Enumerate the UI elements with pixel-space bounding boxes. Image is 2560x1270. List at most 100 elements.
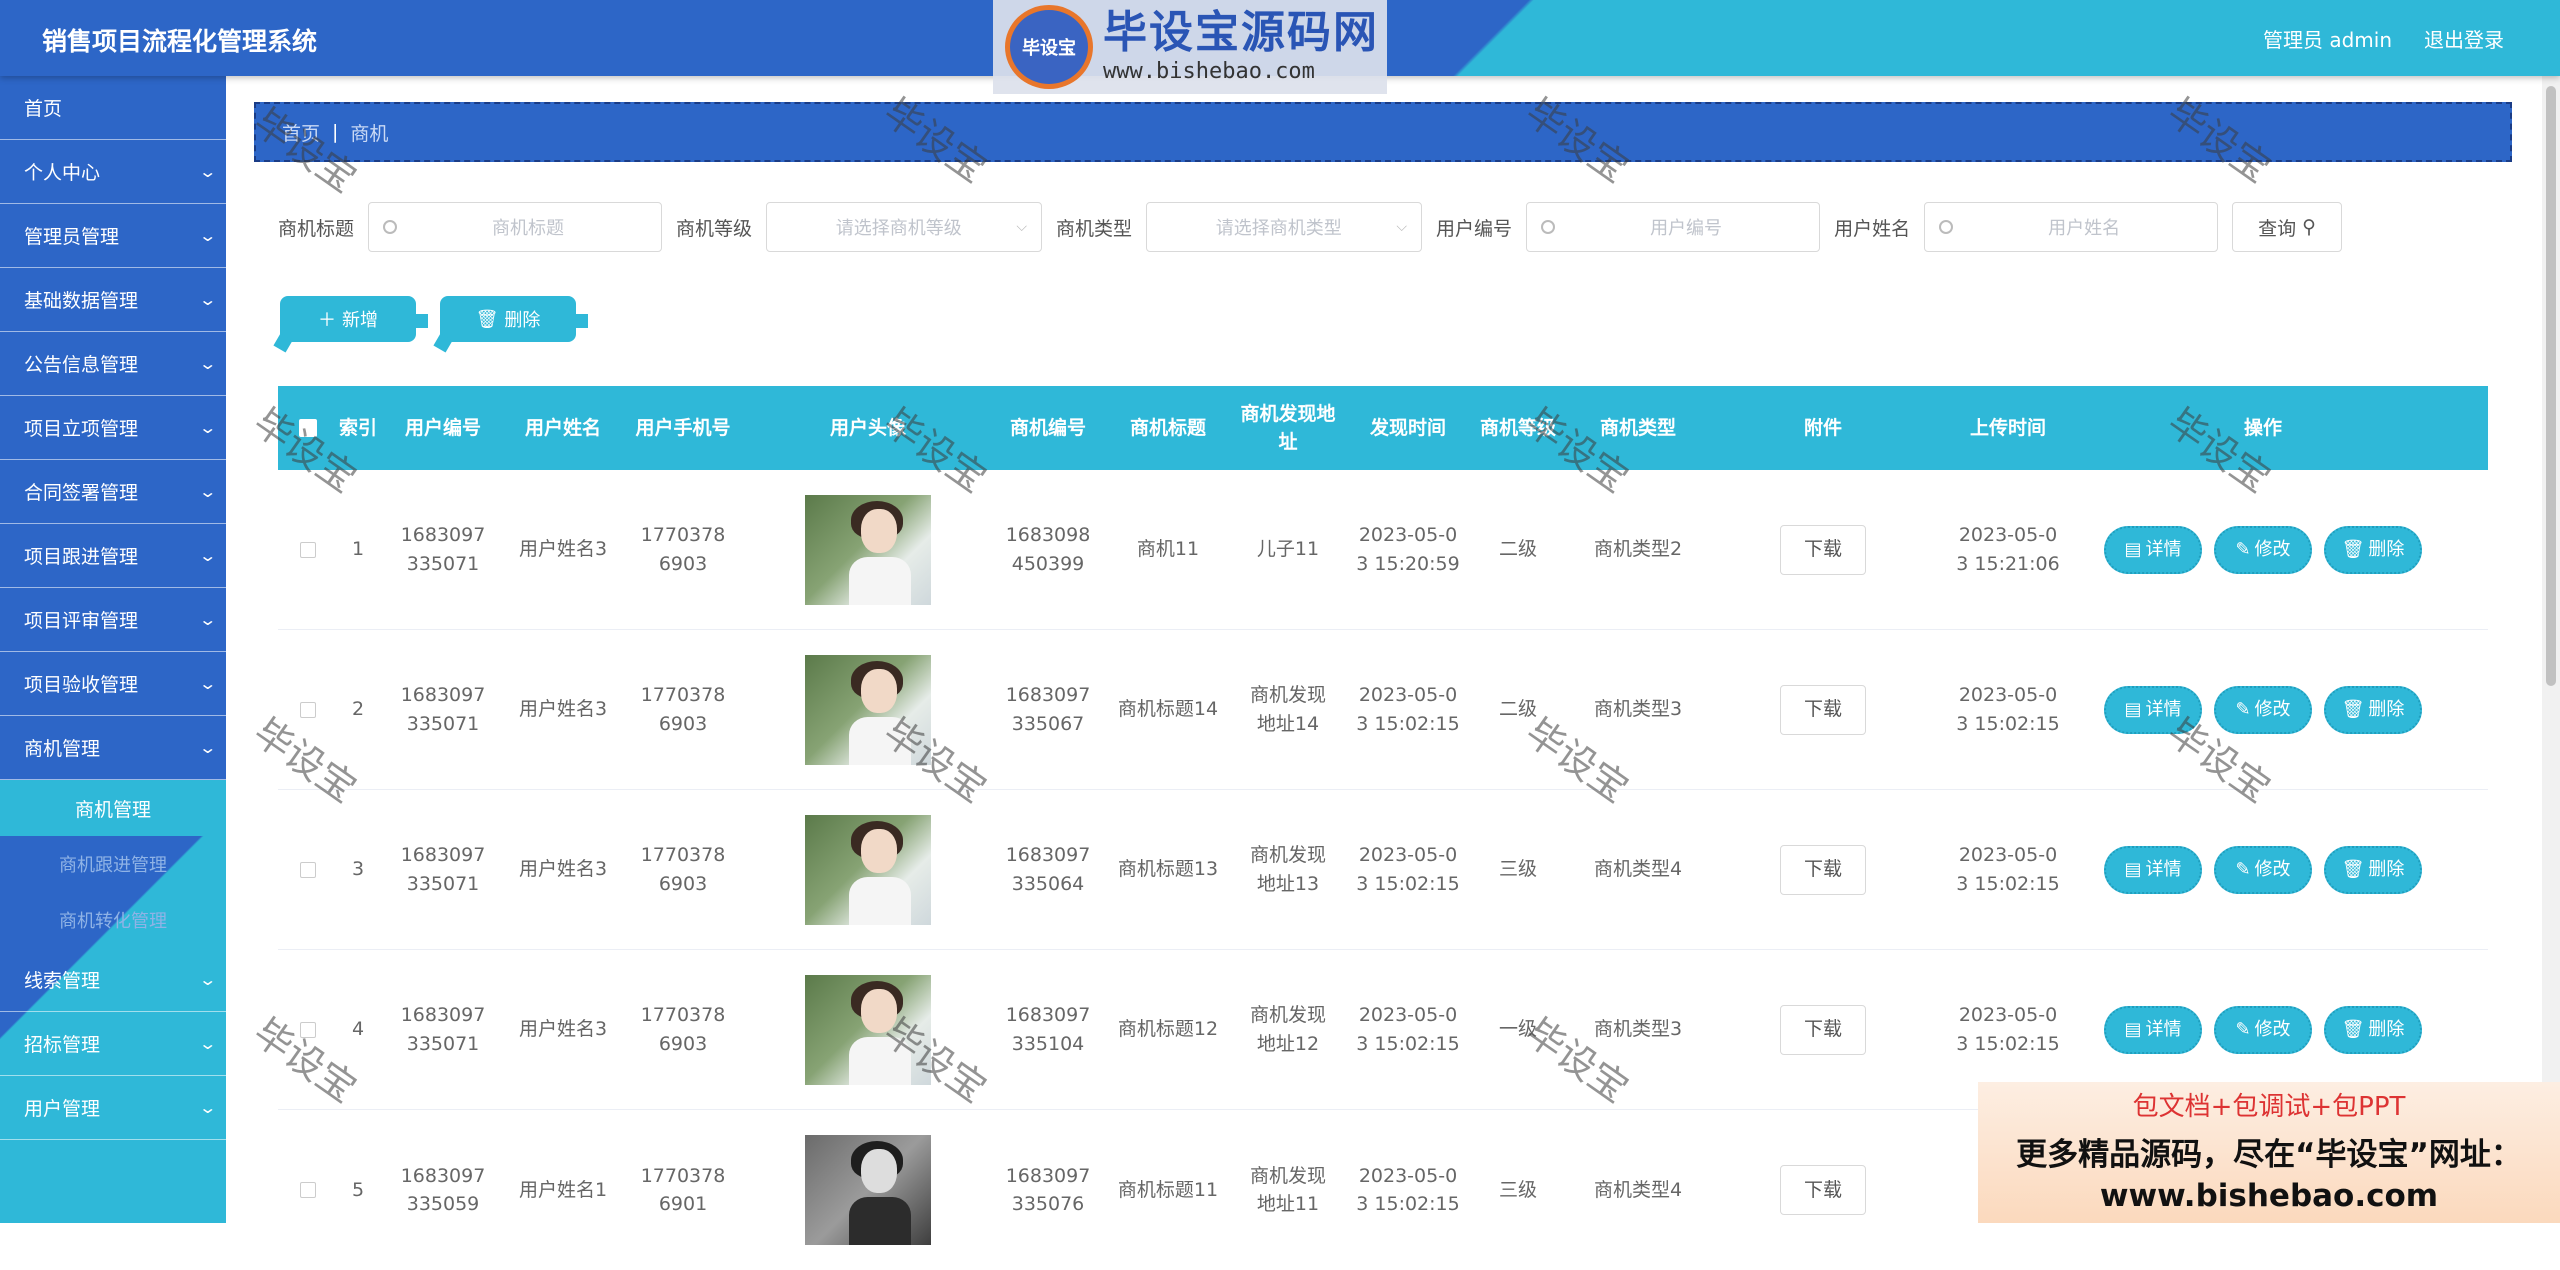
avatar[interactable] [805, 974, 931, 1085]
sidebar-item-personal[interactable]: 个人中心 ⌄ [0, 140, 226, 204]
breadcrumb: 首页 | 商机 [254, 102, 2512, 162]
sidebar-item-label: 项目验收管理 [24, 674, 139, 696]
avatar[interactable] [805, 1135, 931, 1245]
cell-user-no: 1683097335071 [400, 684, 486, 735]
search-type-select[interactable]: 请选择商机类型 ⌵ [1146, 202, 1423, 252]
cell-opp-address: 儿子11 [1256, 538, 1320, 561]
cell-opp-title: 商机标题11 [1117, 1178, 1219, 1201]
logout-link[interactable]: 退出登录 [2424, 24, 2504, 53]
sidebar-item-label: 用户管理 [24, 1098, 101, 1120]
select-all-checkbox[interactable] [299, 419, 317, 437]
table-row: 3 1683097335071 用户姓名3 17703786903 1683097335… [278, 790, 2488, 950]
breadcrumb-home[interactable]: 首页 [282, 119, 320, 146]
pencil-icon: ✎ [2235, 539, 2251, 560]
row-delete-button[interactable]: 🗑删除 [2324, 685, 2422, 734]
detail-button[interactable]: ▤详情 [2104, 685, 2202, 734]
edit-label: 修改 [2254, 699, 2291, 720]
sidebar-item-opportunity[interactable]: 商机管理 ⌄ [0, 716, 226, 780]
edit-button[interactable]: ✎修改 [2214, 1005, 2312, 1054]
search-level-select[interactable]: 请选择商机等级 ⌵ [766, 202, 1043, 252]
row-delete-button[interactable]: 🗑删除 [2324, 1005, 2422, 1054]
chevron-down-icon: ⌵ [1016, 219, 1028, 235]
sidebar-item-project-follow[interactable]: 项目跟进管理 ⌄ [0, 524, 226, 588]
th-index: 索引 [338, 416, 377, 439]
row-delete-button[interactable]: 🗑删除 [2324, 845, 2422, 894]
sidebar-subitem-opportunity-convert[interactable]: 商机转化管理 [0, 892, 226, 948]
query-button[interactable]: 查询 ⚲ [2232, 202, 2343, 252]
detail-button[interactable]: ▤详情 [2104, 1005, 2202, 1054]
search-level-label: 商机等级 [676, 217, 753, 240]
chevron-down-icon: ⌄ [197, 226, 217, 245]
trash-icon: 🗑 [2341, 699, 2365, 720]
pencil-icon: ✎ [2235, 699, 2251, 720]
promo-line2: 更多精品源码，尽在“毕设宝”网址： [2016, 1137, 2522, 1173]
sidebar-item-label: 线索管理 [24, 970, 101, 992]
sidebar-item-project-review[interactable]: 项目评审管理 ⌄ [0, 588, 226, 652]
download-button[interactable]: 下载 [1780, 524, 1866, 575]
avatar[interactable] [805, 814, 931, 925]
sidebar-item-users[interactable]: 用户管理 ⌄ [0, 1076, 226, 1140]
delete-label: 删除 [504, 310, 541, 331]
table-row: 1 1683097335071 用户姓名3 17703786903 1683098450… [278, 470, 2488, 630]
row-checkbox[interactable] [300, 541, 316, 558]
delete-button[interactable]: 🗑 删除 [440, 296, 588, 342]
detail-button[interactable]: ▤详情 [2104, 845, 2202, 894]
row-checkbox[interactable] [300, 701, 316, 718]
th-user-name: 用户姓名 [524, 416, 601, 439]
sidebar-item-notice[interactable]: 公告信息管理 ⌄ [0, 332, 226, 396]
cell-opp-address: 商机发现地址13 [1249, 844, 1326, 895]
sidebar-item-project-setup[interactable]: 项目立项管理 ⌄ [0, 396, 226, 460]
chevron-down-icon: ⌄ [197, 674, 217, 693]
sidebar-item-admin[interactable]: 管理员管理 ⌄ [0, 204, 226, 268]
download-button[interactable]: 下载 [1780, 1165, 1866, 1215]
search-uno-input[interactable]: 用户编号 [1526, 202, 1821, 252]
table-header: 索引 用户编号 用户姓名 用户手机号 用户头像 商机编号 商机标题 商机发现地址… [278, 386, 2488, 470]
breadcrumb-separator: | [332, 121, 339, 143]
search-title-input[interactable]: 商机标题 [368, 202, 663, 252]
avatar[interactable] [805, 654, 931, 765]
row-checkbox[interactable] [300, 1021, 316, 1038]
scrollbar-thumb[interactable] [2546, 86, 2556, 686]
sidebar-item-contract[interactable]: 合同签署管理 ⌄ [0, 460, 226, 524]
row-checkbox[interactable] [300, 1182, 316, 1198]
edit-button[interactable]: ✎修改 [2214, 845, 2312, 894]
edit-button[interactable]: ✎修改 [2214, 685, 2312, 734]
admin-user-label[interactable]: 管理员 admin [2263, 24, 2392, 53]
download-button[interactable]: 下载 [1780, 844, 1866, 895]
trash-icon: 🗑 [475, 308, 499, 330]
cell-index: 4 [351, 1018, 365, 1041]
cell-index: 2 [351, 698, 365, 721]
add-button[interactable]: ＋ 新增 [280, 296, 428, 342]
sidebar-item-basedata[interactable]: 基础数据管理 ⌄ [0, 268, 226, 332]
search-uname-placeholder: 用户姓名 [2048, 218, 2121, 239]
row-checkbox[interactable] [300, 861, 316, 878]
search-icon [383, 220, 398, 234]
sidebar-subitem-opportunity-follow[interactable]: 商机跟进管理 [0, 836, 226, 892]
add-label: 新增 [342, 310, 378, 331]
chevron-down-icon: ⌄ [197, 162, 217, 181]
sidebar-item-bidding[interactable]: 招标管理 ⌄ [0, 1012, 226, 1076]
sidebar-item-label: 项目立项管理 [24, 418, 139, 440]
th-opp-type: 商机类型 [1599, 416, 1676, 439]
document-icon: ▤ [2124, 1019, 2142, 1040]
search-uname-input[interactable]: 用户姓名 [1924, 202, 2219, 252]
sidebar-item-project-accept[interactable]: 项目验收管理 ⌄ [0, 652, 226, 716]
edit-label: 修改 [2254, 859, 2291, 880]
sidebar-item-home[interactable]: 首页 [0, 76, 226, 140]
search-title-label: 商机标题 [278, 217, 355, 240]
sidebar-item-leads[interactable]: 线索管理 ⌄ [0, 948, 226, 1012]
search-type-label: 商机类型 [1056, 217, 1133, 240]
sidebar-subitem-opportunity[interactable]: 商机管理 [0, 780, 226, 836]
detail-button[interactable]: ▤详情 [2104, 525, 2202, 574]
avatar[interactable] [805, 494, 931, 605]
row-delete-button[interactable]: 🗑删除 [2324, 525, 2422, 574]
delete-label: 删除 [2368, 539, 2405, 560]
download-button[interactable]: 下载 [1780, 684, 1866, 735]
th-opp-level: 商机等级 [1479, 416, 1556, 439]
download-button[interactable]: 下载 [1780, 1004, 1866, 1055]
pencil-icon: ✎ [2235, 1019, 2251, 1040]
cell-index: 3 [351, 858, 365, 881]
scrollbar[interactable] [2542, 76, 2560, 1223]
cell-opp-type: 商机类型2 [1593, 538, 1683, 561]
edit-button[interactable]: ✎修改 [2214, 525, 2312, 574]
